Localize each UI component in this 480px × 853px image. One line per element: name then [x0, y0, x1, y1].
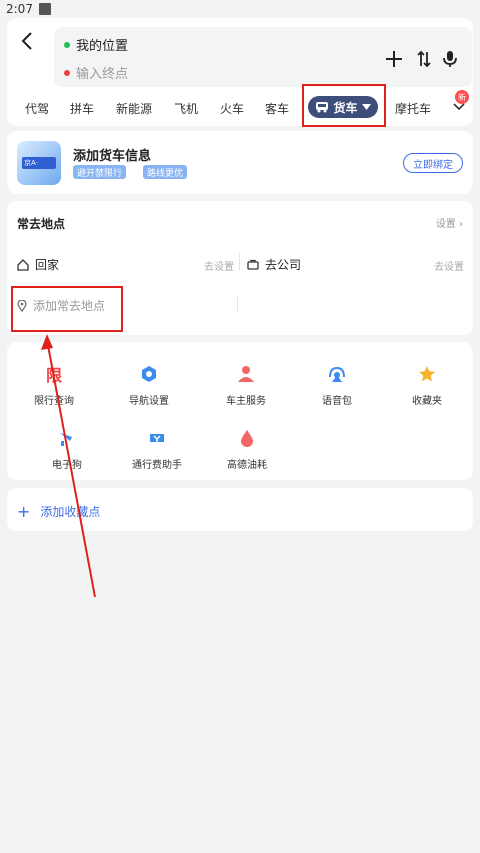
tag-avoid-restrictions: 避开禁限行	[73, 165, 127, 179]
plate-text: 京A·	[22, 157, 56, 169]
add-favorite-card[interactable]: + 添加收藏点	[7, 488, 473, 531]
home-set-link[interactable]: 去设置	[204, 258, 234, 273]
notification-icon	[38, 3, 51, 15]
home-place[interactable]: 回家	[17, 256, 59, 273]
owner-service-icon	[234, 362, 258, 386]
tool-label: 收藏夹	[412, 396, 442, 407]
add-favorite[interactable]: + 添加收藏点	[17, 502, 100, 521]
limit-icon: 限	[45, 366, 62, 385]
company-set-link[interactable]: 去设置	[434, 258, 464, 273]
new-badge: 新	[455, 90, 469, 104]
tool-label: 车主服务	[226, 396, 266, 407]
company-label: 去公司	[265, 258, 302, 272]
frequent-title: 常去地点	[17, 217, 66, 231]
transport-tabs: 代驾 拼车 新能源 飞机 火车 客车 货车 摩托车 新	[7, 90, 473, 122]
tab-motorcycle[interactable]: 摩托车	[395, 100, 431, 117]
highlight-box-add-place	[11, 286, 123, 332]
status-bar: 2:07	[0, 0, 480, 18]
tool-nav-settings[interactable]: 导航设置	[109, 362, 189, 407]
nav-settings-icon	[137, 362, 161, 386]
tool-favorites[interactable]: 收藏夹	[387, 362, 467, 407]
tab-plane[interactable]: 飞机	[174, 100, 198, 117]
tools-grid: 限 限行查询 导航设置 车主服务 语音包 收藏夹 电子狗 通行费助手 高德油耗	[7, 342, 473, 480]
tool-label: 高德油耗	[227, 460, 267, 471]
start-dot-icon	[64, 41, 70, 48]
start-label: 我的位置	[76, 39, 129, 54]
tab-coach[interactable]: 客车	[265, 100, 289, 117]
microphone-icon[interactable]	[440, 49, 460, 69]
highlight-box-truck	[302, 84, 386, 127]
truck-card-title: 添加货车信息	[73, 149, 152, 164]
tool-limit-query[interactable]: 限 限行查询	[14, 362, 94, 407]
briefcase-icon	[247, 259, 259, 270]
tool-owner-service[interactable]: 车主服务	[206, 362, 286, 407]
tab-designated-driver[interactable]: 代驾	[25, 100, 49, 117]
home-icon	[17, 258, 29, 271]
end-field[interactable]: 输入终点	[64, 63, 128, 82]
voice-pack-icon	[325, 362, 349, 386]
tag-better-route-label: 路线更优	[147, 168, 184, 179]
tool-label: 限行查询	[34, 396, 74, 407]
divider	[237, 297, 238, 313]
add-favorite-label: 添加收藏点	[40, 505, 101, 519]
favorites-star-icon	[415, 362, 439, 386]
swap-icon[interactable]	[414, 49, 434, 69]
end-placeholder: 输入终点	[76, 67, 129, 82]
route-card: 我的位置 输入终点 代驾 拼车 新能源 飞机 火车 客车 货车 摩托车 新	[7, 18, 473, 126]
home-label: 回家	[35, 258, 60, 272]
company-place[interactable]: 去公司	[247, 256, 301, 273]
truck-plate-image: 京A·	[17, 141, 61, 185]
status-time: 2:07	[6, 2, 33, 16]
tab-train[interactable]: 火车	[220, 100, 244, 117]
frequent-settings-link[interactable]: 设置 ›	[436, 215, 463, 230]
plus-icon: +	[17, 502, 31, 521]
tool-voice-pack[interactable]: 语音包	[297, 362, 377, 407]
tag-better-route: 路线更优	[143, 165, 188, 179]
tool-label: 导航设置	[129, 396, 169, 407]
add-waypoint-icon[interactable]	[384, 49, 404, 69]
tool-label: 通行费助手	[132, 460, 182, 471]
tool-toll-assistant[interactable]: 通行费助手	[117, 426, 197, 471]
tab-carpool[interactable]: 拼车	[70, 100, 94, 117]
electronic-dog-icon	[55, 426, 79, 450]
divider	[239, 253, 240, 271]
tool-label: 语音包	[322, 396, 352, 407]
bind-now-button[interactable]: 立即绑定	[403, 153, 463, 173]
tab-new-energy[interactable]: 新能源	[116, 100, 152, 117]
tool-label: 电子狗	[52, 460, 82, 471]
end-dot-icon	[64, 69, 70, 76]
route-inputs: 我的位置 输入终点	[54, 27, 472, 87]
tool-electronic-dog[interactable]: 电子狗	[27, 426, 107, 471]
truck-info-card[interactable]: 京A· 添加货车信息 避开禁限行 路线更优 立即绑定	[7, 131, 473, 194]
toll-assistant-icon	[145, 426, 169, 450]
start-field[interactable]: 我的位置	[64, 35, 128, 54]
tag-avoid-restrictions-label: 避开禁限行	[77, 168, 123, 179]
settings-label: 设置	[435, 219, 456, 230]
tool-fuel-consumption[interactable]: 高德油耗	[207, 426, 287, 471]
back-arrow-icon[interactable]	[17, 30, 39, 52]
fuel-drop-icon	[235, 426, 259, 450]
